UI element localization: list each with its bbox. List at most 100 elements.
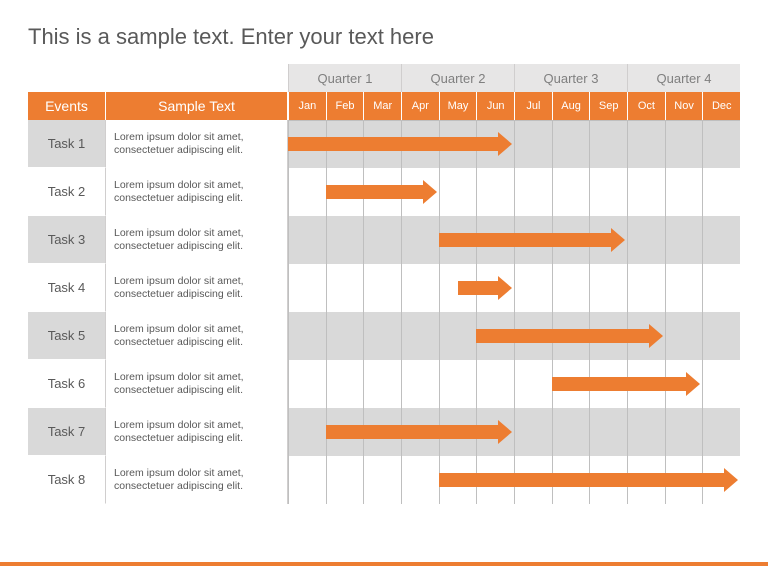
timeline-cell (702, 120, 740, 168)
gantt-bar (439, 473, 726, 487)
task-timeline (288, 456, 740, 504)
timeline-cell (363, 456, 401, 504)
task-desc: Lorem ipsum dolor sit amet, consectetuer… (106, 456, 288, 504)
quarter-cell: Quarter 4 (627, 64, 740, 92)
task-desc: Lorem ipsum dolor sit amet, consectetuer… (106, 120, 288, 168)
task-desc: Lorem ipsum dolor sit amet, consectetuer… (106, 360, 288, 408)
timeline-cell (326, 312, 364, 360)
timeline-cell (476, 360, 514, 408)
task-timeline (288, 168, 740, 216)
timeline-cell (627, 168, 665, 216)
timeline-cell (288, 456, 326, 504)
timeline-cell (665, 120, 703, 168)
gantt-rows: Task 1Lorem ipsum dolor sit amet, consec… (28, 120, 740, 504)
task-timeline (288, 360, 740, 408)
timeline-cell (326, 264, 364, 312)
footer-accent-bar (0, 562, 768, 566)
timeline-cell (665, 408, 703, 456)
month-cell: Oct (627, 92, 665, 120)
timeline-cell (702, 216, 740, 264)
task-name: Task 7 (28, 408, 106, 456)
timeline-cell (589, 264, 627, 312)
task-timeline (288, 312, 740, 360)
sample-header: Sample Text (106, 92, 288, 120)
timeline-cell (439, 312, 477, 360)
timeline-cell (627, 216, 665, 264)
timeline-cell (476, 168, 514, 216)
month-cell: Aug (552, 92, 590, 120)
table-row: Task 8Lorem ipsum dolor sit amet, consec… (28, 456, 740, 504)
timeline-cell (665, 216, 703, 264)
quarter-cell: Quarter 1 (288, 64, 401, 92)
gantt-bar (326, 425, 500, 439)
task-timeline (288, 120, 740, 168)
timeline-cell (552, 120, 590, 168)
quarter-header-row: Quarter 1Quarter 2Quarter 3Quarter 4 (28, 64, 740, 92)
timeline-cell (665, 312, 703, 360)
timeline-cell (589, 408, 627, 456)
task-timeline (288, 264, 740, 312)
timeline-cell (326, 360, 364, 408)
month-cell: Nov (665, 92, 703, 120)
timeline-cell (363, 216, 401, 264)
timeline-cell (288, 408, 326, 456)
task-name: Task 1 (28, 120, 106, 168)
task-desc: Lorem ipsum dolor sit amet, consectetuer… (106, 216, 288, 264)
events-header: Events (28, 92, 106, 120)
table-row: Task 4Lorem ipsum dolor sit amet, consec… (28, 264, 740, 312)
timeline-cell (401, 216, 439, 264)
month-header-row: Events Sample Text JanFebMarAprMayJunJul… (28, 92, 740, 120)
month-cells: JanFebMarAprMayJunJulAugSepOctNovDec (288, 92, 740, 120)
gantt-chart: Quarter 1Quarter 2Quarter 3Quarter 4 Eve… (28, 64, 740, 504)
timeline-cell (514, 120, 552, 168)
task-desc: Lorem ipsum dolor sit amet, consectetuer… (106, 408, 288, 456)
table-row: Task 6Lorem ipsum dolor sit amet, consec… (28, 360, 740, 408)
table-row: Task 2Lorem ipsum dolor sit amet, consec… (28, 168, 740, 216)
task-name: Task 3 (28, 216, 106, 264)
month-cell: Dec (702, 92, 740, 120)
table-row: Task 5Lorem ipsum dolor sit amet, consec… (28, 312, 740, 360)
timeline-cell (439, 168, 477, 216)
timeline-cell (288, 312, 326, 360)
task-desc: Lorem ipsum dolor sit amet, consectetuer… (106, 168, 288, 216)
timeline-cell (702, 312, 740, 360)
month-cell: Jul (514, 92, 552, 120)
month-cell: May (439, 92, 477, 120)
timeline-cell (589, 168, 627, 216)
gantt-bar (288, 137, 500, 151)
gantt-bar (552, 377, 689, 391)
month-cell: Apr (401, 92, 439, 120)
timeline-cell (665, 264, 703, 312)
timeline-cell (552, 408, 590, 456)
task-desc: Lorem ipsum dolor sit amet, consectetuer… (106, 264, 288, 312)
timeline-cell (363, 360, 401, 408)
header-spacer (28, 64, 288, 92)
timeline-cell (401, 312, 439, 360)
timeline-cell (627, 120, 665, 168)
task-name: Task 6 (28, 360, 106, 408)
timeline-cell (702, 264, 740, 312)
timeline-cell (401, 360, 439, 408)
timeline-cell (702, 168, 740, 216)
timeline-cell (439, 360, 477, 408)
timeline-cell (514, 408, 552, 456)
table-row: Task 7Lorem ipsum dolor sit amet, consec… (28, 408, 740, 456)
task-name: Task 2 (28, 168, 106, 216)
timeline-cell (514, 264, 552, 312)
timeline-cell (552, 264, 590, 312)
month-cell: Jun (476, 92, 514, 120)
timeline-cell (288, 360, 326, 408)
table-row: Task 3Lorem ipsum dolor sit amet, consec… (28, 216, 740, 264)
task-name: Task 4 (28, 264, 106, 312)
quarter-cell: Quarter 3 (514, 64, 627, 92)
timeline-cell (288, 264, 326, 312)
timeline-cell (363, 264, 401, 312)
timeline-cell (702, 360, 740, 408)
task-timeline (288, 216, 740, 264)
page-title: This is a sample text. Enter your text h… (28, 24, 740, 50)
gantt-bar (476, 329, 650, 343)
month-cell: Sep (589, 92, 627, 120)
quarter-cells: Quarter 1Quarter 2Quarter 3Quarter 4 (288, 64, 740, 92)
gantt-bar (439, 233, 613, 247)
gantt-bar (458, 281, 501, 295)
